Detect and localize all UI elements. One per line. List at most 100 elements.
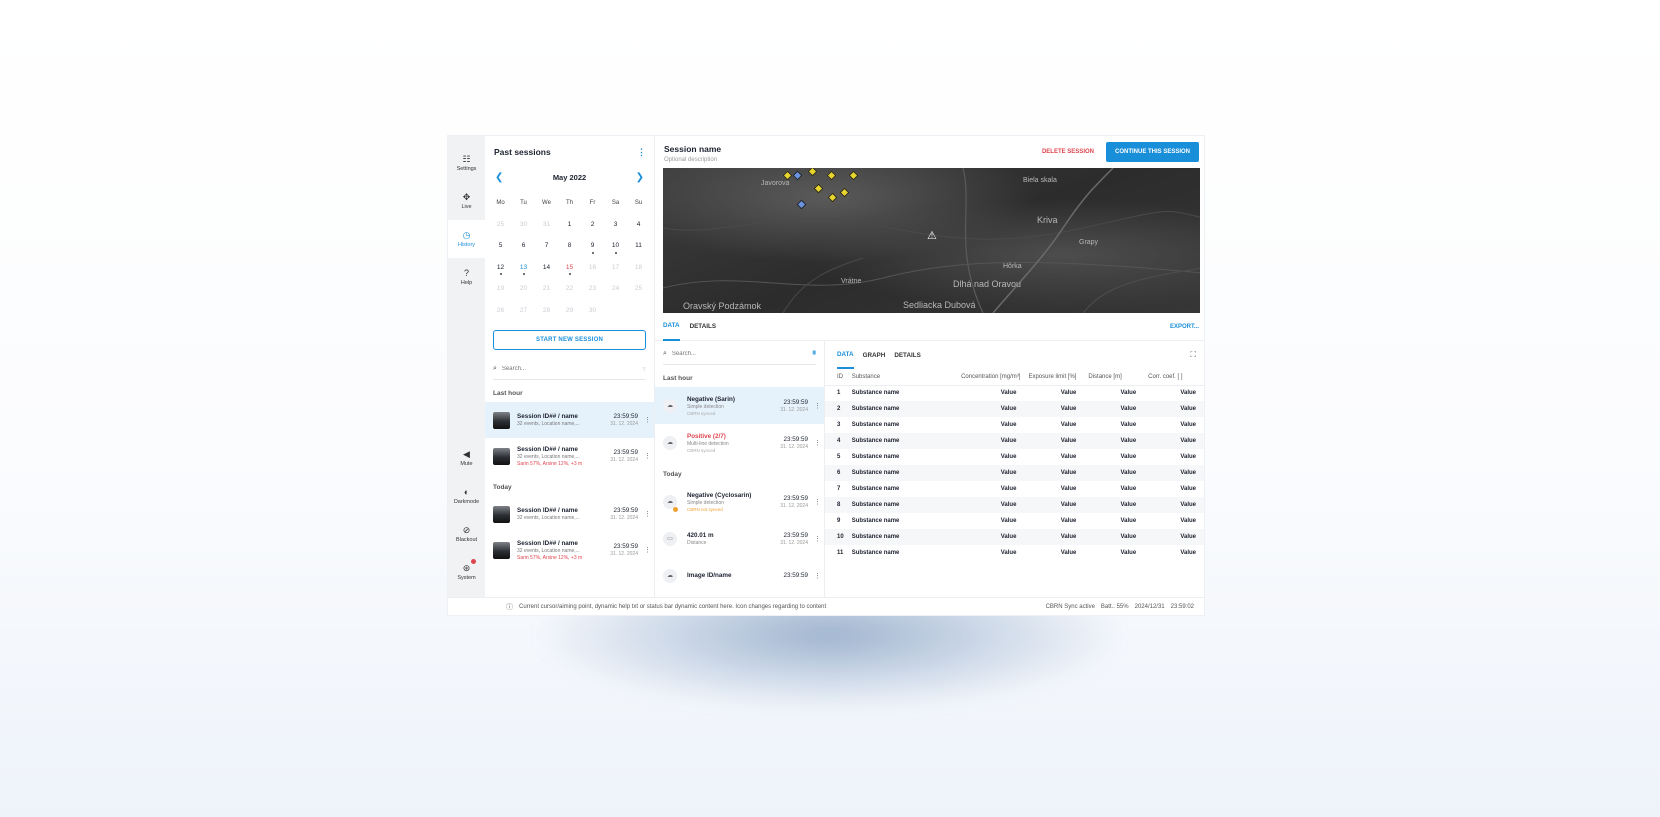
table-row[interactable]: 5 Substance name Value Value Value Value — [825, 449, 1204, 465]
calendar-day[interactable]: 10 — [604, 235, 627, 257]
calendar-day-number: 23 — [588, 285, 597, 293]
rail-mute[interactable]: ◀ Mute — [448, 439, 485, 477]
calendar-day[interactable]: 19 — [489, 278, 512, 300]
calendar-day[interactable]: 17 — [604, 257, 627, 279]
substance-name: Substance name — [851, 518, 900, 524]
calendar-day[interactable]: 26 — [489, 300, 512, 322]
calendar-day[interactable]: 22 — [558, 278, 581, 300]
table-row[interactable]: 8 Substance name Value Value Value Value — [825, 497, 1204, 513]
table-row[interactable]: 7 Substance name Value Value Value Value — [825, 481, 1204, 497]
warning-triangle-icon[interactable]: ⚠ — [927, 229, 937, 242]
detail-tab-details[interactable]: DETAILS — [894, 341, 920, 369]
calendar-day[interactable]: 7 — [535, 235, 558, 257]
calendar-day[interactable]: 2 — [581, 214, 604, 236]
session-menu-icon[interactable]: ⋮ — [644, 546, 651, 554]
export-button[interactable]: EXPORT... — [1170, 324, 1199, 330]
calendar-day[interactable]: 31 — [535, 214, 558, 236]
calendar-day[interactable]: 6 — [512, 235, 535, 257]
calendar-day[interactable]: 12 — [489, 257, 512, 279]
delete-session-button[interactable]: DELETE SESSION — [1042, 149, 1094, 155]
session-list-item[interactable]: Session ID## / name 32 events, Location n… — [485, 438, 654, 474]
calendar-day[interactable]: 25 — [627, 278, 650, 300]
rail-help[interactable]: ? Help — [448, 258, 485, 296]
calendar-day[interactable]: 20 — [512, 278, 535, 300]
cloud-icon: ☁ — [663, 435, 677, 450]
table-row[interactable]: 6 Substance name Value Value Value Value — [825, 465, 1204, 481]
event-list-item[interactable]: ☁ Negative (Cyclosarin) Simple detection CB… — [655, 483, 824, 520]
calendar-day[interactable]: 4 — [627, 214, 650, 236]
table-row[interactable]: 4 Substance name Value Value Value Value — [825, 433, 1204, 449]
column-header[interactable]: Substance — [847, 369, 958, 386]
rail-history[interactable]: ◷ History — [448, 220, 485, 258]
tab-details[interactable]: DETAILS — [690, 313, 716, 341]
session-date: 31. 12. 2024 — [610, 551, 638, 557]
table-row[interactable]: 11 Substance name Value Value Value Value — [825, 545, 1204, 561]
detail-tab-data[interactable]: DATA — [837, 341, 854, 369]
calendar-day[interactable]: 15 — [558, 257, 581, 279]
column-header[interactable]: Corr. coef. [ ] — [1144, 369, 1204, 386]
next-month-icon[interactable]: ❯ — [636, 172, 644, 183]
calendar-day[interactable]: 3 — [604, 214, 627, 236]
calendar-day[interactable]: 18 — [627, 257, 650, 279]
rail-system[interactable]: ⊛ System — [448, 553, 485, 591]
calendar-day[interactable]: 28 — [535, 300, 558, 322]
rail-settings[interactable]: ☷ Settings — [448, 144, 485, 182]
event-list-item[interactable]: ☁ Positive (2/7) Multi-line detection CBRN … — [655, 424, 824, 461]
sessions-search-input[interactable] — [501, 365, 643, 372]
session-list-item[interactable]: Session ID## / name 32 events, Location n… — [485, 402, 654, 438]
event-menu-icon[interactable]: ⋮ — [814, 498, 821, 506]
event-list-item[interactable]: ☁ Image ID/name 23:59:59 ⋮ — [655, 557, 824, 594]
calendar-day[interactable]: 5 — [489, 235, 512, 257]
event-list-item[interactable]: ▭ 420.01 m Distance 23:59:59 31. 12. 2024 ⋮ — [655, 520, 824, 557]
calendar-day[interactable]: 14 — [535, 257, 558, 279]
rail-blackout[interactable]: ⊘ Blackout — [448, 515, 485, 553]
calendar-day[interactable]: 24 — [604, 278, 627, 300]
session-list-item[interactable]: Session ID## / name 32 events, Location n… — [485, 532, 654, 568]
calendar-day[interactable]: 27 — [512, 300, 535, 322]
tab-data[interactable]: DATA — [663, 313, 680, 341]
calendar-day[interactable]: 9 — [581, 235, 604, 257]
session-list-item[interactable]: Session ID## / name 32 events, Location n… — [485, 496, 654, 532]
start-new-session-button[interactable]: START NEW SESSION — [493, 330, 646, 350]
calendar-day-selected[interactable]: 13 — [512, 257, 535, 279]
table-row[interactable]: 1 Substance name Value Value Value Value — [825, 385, 1204, 401]
column-header[interactable]: ID — [825, 369, 848, 386]
calendar-day[interactable]: 23 — [581, 278, 604, 300]
filter-icon[interactable]: ▿ — [642, 365, 646, 373]
session-thumbnail — [493, 505, 510, 523]
calendar-day[interactable]: 11 — [627, 235, 650, 257]
events-search-input[interactable] — [671, 350, 813, 357]
event-menu-icon[interactable]: ⋮ — [814, 535, 821, 543]
table-row[interactable]: 9 Substance name Value Value Value Value — [825, 513, 1204, 529]
calendar-day[interactable]: 1 — [558, 214, 581, 236]
rail-darkmode[interactable]: ◐ Darkmode — [448, 477, 485, 515]
expand-icon[interactable]: ⛶ — [1190, 350, 1196, 360]
session-menu-icon[interactable]: ⋮ — [644, 416, 651, 424]
session-menu-icon[interactable]: ⋮ — [644, 452, 651, 460]
column-header[interactable]: Distance [m] — [1084, 369, 1145, 386]
column-header[interactable]: Exposure limit [%] — [1024, 369, 1085, 386]
column-header[interactable]: Concentration [mg/m³] — [957, 369, 1025, 386]
calendar-day[interactable]: 21 — [535, 278, 558, 300]
calendar-day[interactable]: 8 — [558, 235, 581, 257]
filter-icon[interactable]: ⩩ — [812, 350, 816, 358]
event-menu-icon[interactable]: ⋮ — [814, 439, 821, 447]
event-list-item[interactable]: ☁ Negative (Sarin) Simple detection CBRN sy… — [655, 387, 824, 424]
calendar-day[interactable]: 16 — [581, 257, 604, 279]
past-sessions-menu-icon[interactable]: ⋮ — [637, 147, 646, 158]
prev-month-icon[interactable]: ❮ — [495, 172, 503, 183]
table-row[interactable]: 3 Substance name Value Value Value Value — [825, 417, 1204, 433]
detail-tab-graph[interactable]: GRAPH — [863, 341, 886, 369]
event-menu-icon[interactable]: ⋮ — [814, 402, 821, 410]
table-row[interactable]: 10 Substance name Value Value Value Value — [825, 529, 1204, 545]
calendar-day[interactable]: 29 — [558, 300, 581, 322]
calendar-day[interactable]: 30 — [512, 214, 535, 236]
event-menu-icon[interactable]: ⋮ — [814, 572, 821, 580]
rail-live[interactable]: ✥ Live — [448, 182, 485, 220]
calendar-day[interactable]: 25 — [489, 214, 512, 236]
calendar-day[interactable]: 30 — [581, 300, 604, 322]
session-menu-icon[interactable]: ⋮ — [644, 510, 651, 518]
table-row[interactable]: 2 Substance name Value Value Value Value — [825, 401, 1204, 417]
continue-session-button[interactable]: CONTINUE THIS SESSION — [1105, 142, 1199, 162]
session-map[interactable]: Javorová Biela skala Kriva Grapy Hôrka V… — [663, 168, 1200, 313]
